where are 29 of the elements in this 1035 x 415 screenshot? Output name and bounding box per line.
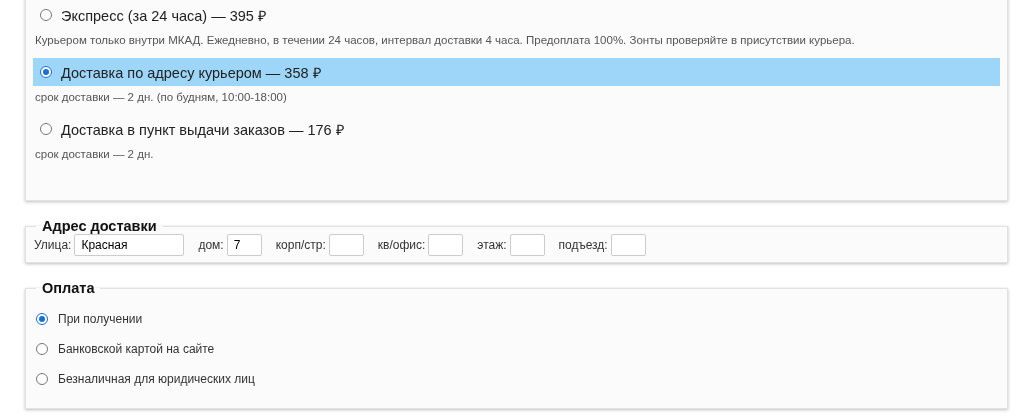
delivery-option[interactable]: Экспресс (за 24 часа) — 395 ₽ [33, 1, 1000, 29]
delivery-option[interactable]: Доставка в пункт выдачи заказов — 176 ₽ [33, 115, 1000, 143]
option-note: Курьером только внутри МКАД. Ежедневно, в течении 24 часов, интервал доставки 4 часа. Предоплата 100%. Зонты проверяйте в присутствии курьера. [34, 33, 856, 48]
delivery-option[interactable]: Доставка по адресу курьером — 358 ₽ [33, 58, 1000, 86]
input-field[interactable] [328, 234, 364, 256]
input-field[interactable]: 7 [226, 234, 262, 256]
input-field[interactable] [428, 234, 464, 256]
section-title: Адрес доставки [41, 218, 158, 234]
radio-button[interactable] [36, 313, 48, 325]
option-note: срок доставки — 2 дн. [34, 147, 155, 162]
option-label[interactable]: Безналичная для юридических лиц [58, 372, 255, 386]
section-title: Оплата [41, 280, 96, 296]
option-label[interactable]: При получении [58, 312, 143, 326]
option-note: срок доставки — 2 дн. (по будням, 10:00-18:00) [34, 90, 288, 105]
field-label: этаж: [477, 238, 507, 252]
input-field[interactable]: Красная [74, 234, 185, 256]
field-label: корп/стр: [275, 238, 326, 252]
radio-button[interactable] [36, 373, 48, 385]
radio-button[interactable] [40, 9, 52, 21]
field-label: дом: [198, 238, 224, 252]
input-field[interactable] [610, 234, 646, 256]
field-label: Улица: [34, 238, 72, 252]
option-label[interactable]: Банковской картой на сайте [58, 342, 215, 356]
radio-button[interactable] [40, 66, 52, 78]
input-field[interactable] [509, 234, 545, 256]
radio-button[interactable] [40, 123, 52, 135]
field-label: кв/офис: [377, 238, 426, 252]
radio-button[interactable] [36, 343, 48, 355]
field-label: подъезд: [558, 238, 608, 252]
